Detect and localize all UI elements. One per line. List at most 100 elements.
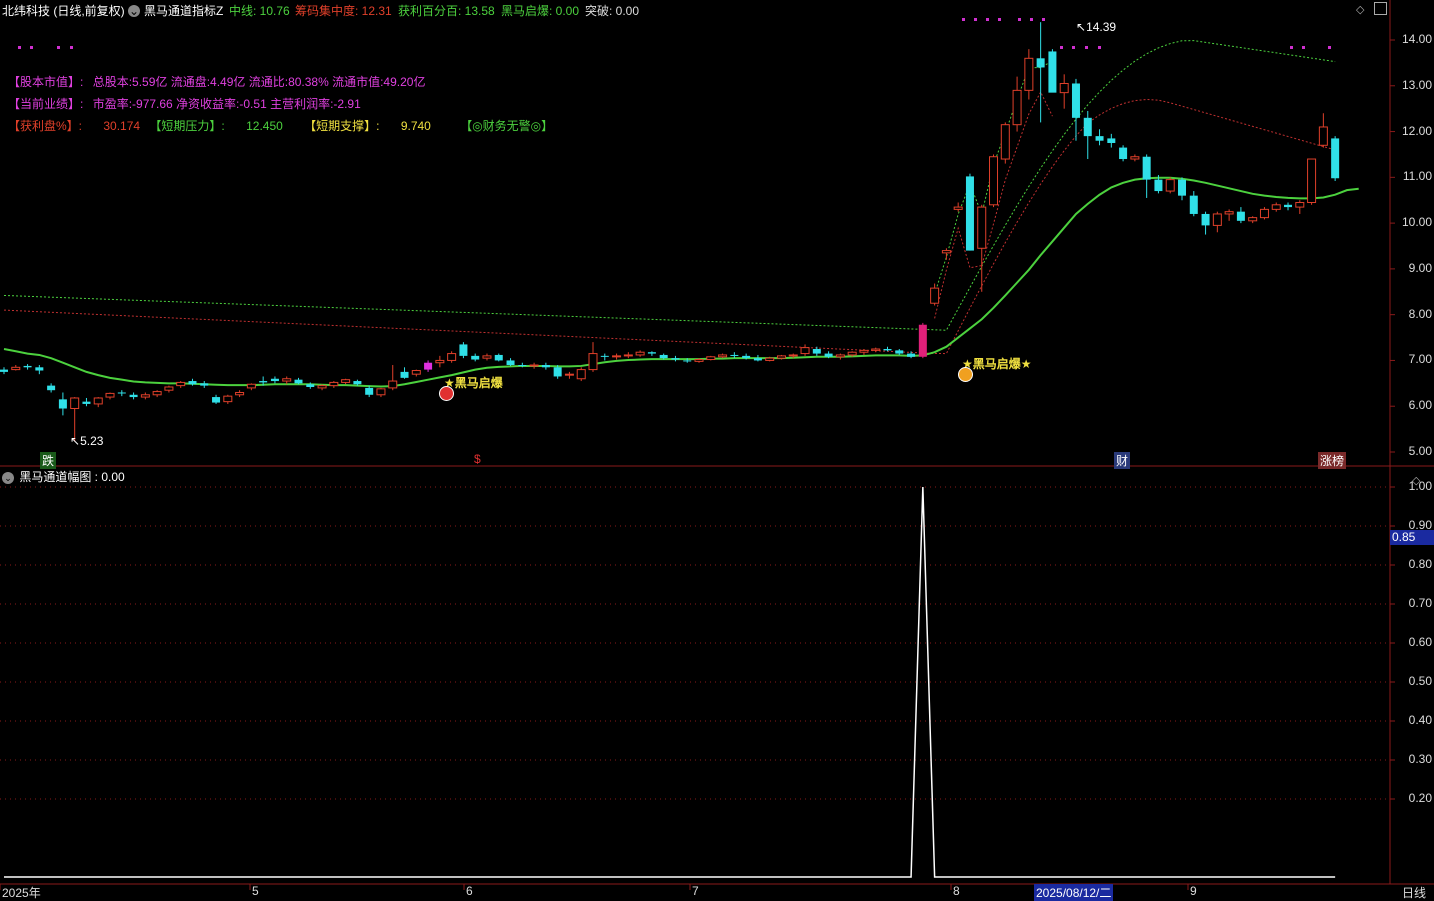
candle-body: [1236, 211, 1245, 221]
candle: [23, 364, 32, 370]
candle-body: [1224, 211, 1234, 215]
candle-body: [835, 354, 845, 358]
candle-body: [1083, 117, 1092, 137]
candle-body: [317, 385, 327, 389]
candle-body: [1271, 204, 1281, 210]
candle: [1201, 211, 1210, 235]
candle-body: [671, 358, 680, 360]
candle: [529, 362, 539, 369]
candle-body: [1048, 51, 1057, 93]
candle-body: [776, 355, 786, 359]
candle-body: [600, 355, 609, 357]
candle: [212, 394, 221, 404]
price-axis-label: 11.00: [1402, 169, 1432, 184]
candle-body: [212, 397, 221, 403]
time-axis-label: 5: [252, 884, 259, 898]
candle-body: [176, 381, 186, 387]
signal-dot: [1085, 46, 1088, 49]
price-axis-label: 12.00: [1401, 123, 1432, 138]
candle-body: [282, 378, 292, 382]
time-axis-label: 7: [692, 884, 699, 898]
signal-dot: [1030, 18, 1033, 21]
candle: [317, 384, 327, 391]
candle: [140, 392, 150, 400]
candle-body: [353, 381, 362, 385]
candle-body: [246, 383, 256, 389]
signal-dot: [1290, 46, 1293, 49]
candle: [294, 377, 303, 385]
candle: [1095, 129, 1104, 146]
candle-body: [1000, 124, 1010, 160]
candle-body: [742, 355, 751, 359]
candle-body: [482, 355, 492, 359]
badge-finance[interactable]: 财: [1114, 452, 1131, 469]
candle-body: [400, 371, 409, 378]
candle: [600, 353, 609, 361]
candle: [1059, 74, 1069, 109]
candle: [435, 355, 445, 368]
candle: [941, 248, 951, 260]
badge-fall[interactable]: 跌: [40, 452, 57, 469]
signal-marker-icon-1[interactable]: [439, 386, 454, 401]
signal-marker-icon-2[interactable]: [958, 367, 973, 382]
candle-body: [588, 353, 598, 371]
candle-body: [1119, 147, 1128, 160]
candle: [58, 392, 67, 416]
candle: [1024, 49, 1034, 100]
candle-body: [576, 369, 586, 380]
candle: [1012, 76, 1022, 132]
candle-body: [1130, 156, 1140, 160]
chart-canvas[interactable]: [0, 0, 1434, 900]
sub-collapse-icon[interactable]: ◇: [1412, 474, 1420, 487]
candle: [200, 381, 209, 388]
candle: [1036, 22, 1045, 123]
candle: [376, 387, 386, 398]
candle: [1189, 191, 1198, 217]
price-axis-label: 7.00: [1408, 352, 1432, 367]
candle-body: [388, 380, 398, 389]
candle-body: [1295, 202, 1305, 208]
price-axis-label: 14.00: [1401, 32, 1432, 46]
candle: [1130, 154, 1140, 162]
candle-body: [977, 206, 987, 249]
candle: [152, 390, 162, 398]
sub-panel-title[interactable]: ⌄ 黑马通道幅图 : 0.00: [2, 468, 125, 485]
candle-body: [647, 352, 656, 354]
candle: [859, 349, 869, 355]
price-axis-label: 10.00: [1401, 215, 1432, 230]
candle: [365, 385, 374, 398]
signal-dot: [30, 46, 33, 49]
candle: [1236, 207, 1245, 224]
candle-body: [1178, 179, 1186, 196]
signal-dot: [962, 18, 965, 21]
sub-panel-dropdown-icon[interactable]: ⌄: [2, 471, 14, 484]
candle: [576, 367, 586, 382]
candle-body: [694, 359, 704, 362]
time-axis-label: 2025年: [2, 886, 41, 900]
candle-body: [612, 355, 622, 358]
candle-body: [812, 349, 821, 354]
candle: [718, 353, 728, 359]
candle-body: [553, 367, 562, 377]
candle: [989, 154, 999, 208]
candle-body: [1154, 179, 1163, 192]
signal-dot: [1328, 46, 1331, 49]
badge-dollar[interactable]: $: [472, 452, 483, 466]
candle: [895, 349, 904, 355]
price-axis-label: 9.00: [1408, 260, 1432, 275]
candle: [588, 342, 598, 372]
candle-body: [129, 394, 138, 398]
candle-body: [1142, 156, 1151, 180]
price-axis-label: 8.00: [1408, 306, 1432, 321]
candle: [1083, 110, 1092, 160]
candle: [176, 381, 186, 388]
signal-label-2: ★黑马启爆★: [962, 357, 1032, 371]
candle-body: [1107, 138, 1116, 143]
period-label[interactable]: 日线: [1402, 884, 1426, 901]
badge-limit-up[interactable]: 涨榜: [1318, 452, 1347, 469]
candle: [647, 351, 656, 356]
candle-body: [659, 354, 668, 359]
candle-body: [23, 365, 32, 368]
candle-body: [706, 356, 716, 361]
candle-body: [306, 384, 315, 387]
